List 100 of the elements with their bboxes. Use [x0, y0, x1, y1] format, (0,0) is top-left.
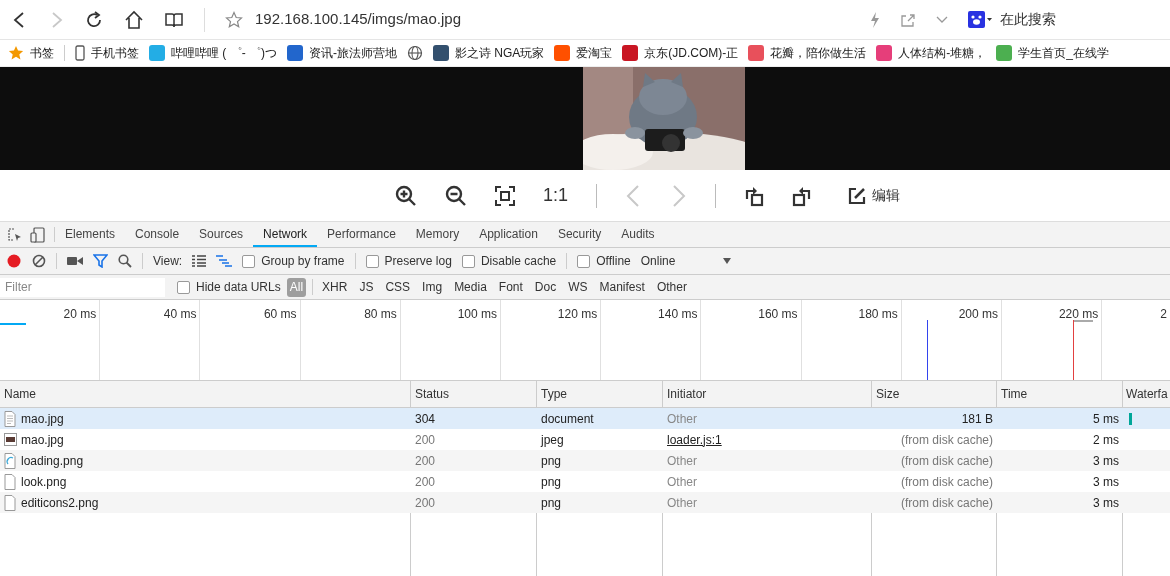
star-icon[interactable]	[225, 10, 243, 29]
rotate-left-icon[interactable]	[744, 184, 765, 207]
bookmark-link[interactable]: 书签	[30, 44, 54, 62]
table-cell-text: png	[541, 473, 562, 491]
devtools-tab[interactable]: Application	[469, 222, 548, 247]
checkbox-label[interactable]: Disable cache	[480, 252, 557, 270]
checkbox[interactable]	[461, 254, 475, 268]
checkbox[interactable]	[577, 254, 591, 268]
type-filter[interactable]: WS	[565, 277, 591, 297]
table-row[interactable]: editicons2.png 200 png Other (from disk cache) 3 ms	[0, 492, 1170, 513]
tick-label: 140 ms	[658, 307, 698, 321]
type-filter[interactable]: Font	[495, 277, 526, 297]
devtools-tab[interactable]: Audits	[611, 222, 665, 247]
clear-icon[interactable]	[32, 254, 46, 268]
filter-icon[interactable]	[93, 254, 108, 268]
type-filter[interactable]: CSS	[382, 277, 414, 297]
devtools-tab[interactable]: Elements	[55, 222, 126, 247]
tick-label: 200 ms	[958, 307, 999, 321]
bookmark-link[interactable]: 京东(JD.COM)-正	[644, 44, 739, 62]
waterfall-bar-icon	[1129, 412, 1132, 425]
bookmark-link[interactable]: 爱淘宝	[576, 44, 613, 62]
checkbox-label[interactable]: Group by frame	[261, 252, 345, 270]
waterfall-view-icon[interactable]	[216, 255, 233, 267]
record-icon[interactable]	[6, 253, 22, 269]
bookmark-link[interactable]: 手机书签	[91, 44, 139, 62]
globe-icon[interactable]	[407, 45, 423, 61]
devtools-tab[interactable]: Performance	[317, 222, 406, 247]
table-cell-text: editicons2.png	[21, 494, 99, 512]
tick-label: 80 ms	[364, 307, 397, 321]
reload-icon[interactable]	[84, 9, 104, 30]
throttling-dropdown[interactable]: Online	[640, 252, 731, 270]
bookmark-link[interactable]: 学生首页_在线学	[1018, 44, 1109, 62]
book-icon[interactable]	[164, 10, 184, 29]
column-header[interactable]: Time	[1001, 385, 1028, 403]
table-cell-text: (from disk cache)	[900, 452, 993, 470]
column-header[interactable]: Status	[415, 385, 450, 403]
devtools-tab[interactable]: Security	[547, 222, 612, 247]
checkbox[interactable]	[177, 280, 190, 294]
type-filter[interactable]: Media	[451, 277, 490, 297]
checkbox[interactable]	[242, 254, 256, 268]
column-header[interactable]: Type	[541, 385, 567, 403]
share-icon[interactable]	[900, 12, 916, 27]
checkbox-label[interactable]: Preserve log	[384, 252, 452, 270]
file-icon	[4, 452, 17, 469]
lightning-icon[interactable]	[870, 11, 880, 28]
table-cell-text: 3 ms	[1093, 494, 1119, 512]
devtools-tab[interactable]: Console	[125, 222, 190, 247]
bookmark-link[interactable]: 哔哩哔哩 ( ゜- ゜)つ	[171, 44, 277, 62]
fit-screen-icon[interactable]	[495, 185, 515, 206]
type-filter[interactable]: JS	[356, 277, 377, 297]
bookmark-link[interactable]: 人体结构-堆糖，	[898, 44, 987, 62]
actual-size-button[interactable]: 1:1	[543, 182, 569, 209]
zoom-out-icon[interactable]	[445, 184, 467, 207]
type-filter[interactable]: Img	[419, 277, 446, 297]
type-filter[interactable]: Other	[653, 277, 690, 297]
checkbox-label[interactable]: Hide data URLs	[196, 278, 281, 296]
file-icon	[4, 494, 17, 511]
bookmark-link[interactable]: 资讯-旅法师营地	[309, 44, 397, 62]
table-cell-text: 200	[415, 494, 436, 512]
tick-label: 60 ms	[263, 307, 297, 321]
tick-label: 100 ms	[457, 307, 497, 321]
zoom-in-icon[interactable]	[395, 184, 417, 207]
bookmark-link[interactable]: 花瓣，陪你做生活	[770, 44, 867, 62]
table-row[interactable]: loading.png 200 png Other (from disk cache) 3 ms	[0, 450, 1170, 471]
table-cell-text: (from disk cache)	[900, 494, 993, 512]
devtools-tab[interactable]: Memory	[405, 222, 470, 247]
edit-button[interactable]: 编辑	[848, 185, 901, 206]
table-cell-text: 200	[415, 431, 436, 449]
address-field[interactable]: 192.168.100.145/imgs/mao.jpg	[255, 8, 850, 31]
table-row[interactable]: mao.jpg 304 document Other 181 B 5 ms	[0, 408, 1170, 429]
table-cell-text: png	[541, 494, 562, 512]
inspect-icon[interactable]	[8, 227, 22, 242]
paw-icon[interactable]	[968, 10, 992, 29]
chevron-down-icon[interactable]	[936, 15, 948, 24]
table-cell-text: (from disk cache)	[900, 473, 993, 491]
table-cell-text: 5 ms	[1093, 410, 1119, 428]
checkbox-label[interactable]: Offline	[596, 252, 631, 270]
video-camera-icon[interactable]	[67, 255, 83, 267]
dropdown-arrow-icon	[722, 258, 731, 264]
column-header[interactable]: Size	[876, 385, 900, 403]
initiator-link[interactable]: loader.js:1	[667, 430, 722, 449]
type-filter[interactable]: Doc	[531, 277, 560, 297]
tick-label: 120 ms	[557, 307, 598, 321]
column-header[interactable]: Waterfa	[1126, 385, 1168, 403]
search-field[interactable]: 在此搜索	[1000, 9, 1056, 30]
file-icon	[4, 410, 17, 427]
type-filter[interactable]: Manifest	[596, 277, 648, 297]
progress-line-icon	[0, 323, 26, 326]
bookmark-link[interactable]: 影之诗 NGA玩家	[455, 44, 545, 62]
column-header[interactable]: Name	[4, 385, 36, 403]
column-header[interactable]: Initiator	[667, 385, 707, 403]
devtools-tab[interactable]: Sources	[189, 222, 254, 247]
table-cell-text: 200	[415, 473, 436, 491]
list-view-icon[interactable]	[192, 255, 207, 267]
filter-field[interactable]: Filter	[0, 277, 165, 297]
search-icon[interactable]	[118, 254, 132, 268]
home-icon[interactable]	[124, 9, 144, 30]
checkbox[interactable]	[365, 254, 379, 268]
type-filter[interactable]: XHR	[319, 277, 351, 297]
device-icon[interactable]	[30, 226, 46, 243]
